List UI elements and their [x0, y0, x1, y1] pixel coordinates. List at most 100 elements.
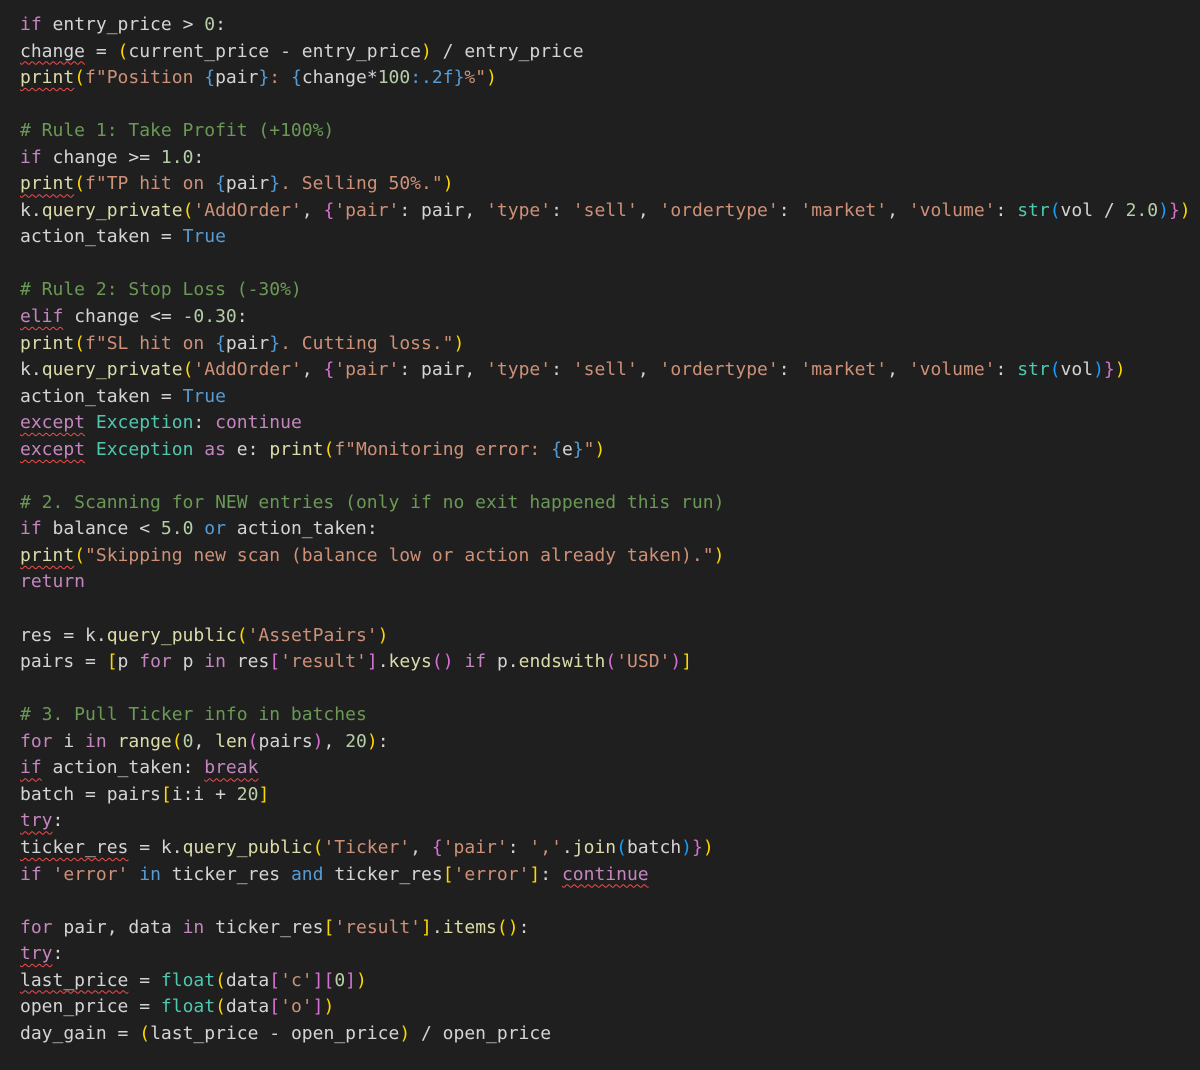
code-line[interactable]: k.query_private('AddOrder', {'pair': pai… [20, 198, 1200, 225]
code-token: or [204, 518, 226, 540]
code-line[interactable]: print(f"Position {pair}: {change*100:.2f… [20, 65, 1200, 92]
code-line[interactable]: # 2. Scanning for NEW entries (only if n… [20, 490, 1200, 517]
code-token: : [236, 306, 248, 328]
code-line[interactable]: print(f"SL hit on {pair}. Cutting loss."… [20, 331, 1200, 358]
code-token: , [301, 359, 324, 381]
code-line[interactable]: k.query_private('AddOrder', {'pair': pai… [20, 357, 1200, 384]
code-line[interactable] [20, 463, 1200, 490]
code-line[interactable]: action_taken = True [20, 384, 1200, 411]
code-token: last_price - open_price [150, 1022, 400, 1044]
code-token: for [20, 730, 53, 752]
code-token: ( [74, 544, 86, 566]
code-line[interactable] [20, 596, 1200, 623]
code-token: 2.0 [1125, 199, 1159, 221]
code-line[interactable] [20, 92, 1200, 119]
code-line[interactable]: return [20, 569, 1200, 596]
code-line[interactable]: # 3. Pull Ticker info in batches [20, 702, 1200, 729]
code-token: 'pair' [442, 836, 508, 858]
code-token: pairs [258, 730, 313, 752]
code-token: 0 [182, 730, 194, 752]
code-line[interactable]: print(f"TP hit on {pair}. Selling 50%.") [20, 171, 1200, 198]
code-token: pair [215, 67, 259, 89]
code-line[interactable] [20, 888, 1200, 915]
code-line[interactable]: elif change <= -0.30: [20, 304, 1200, 331]
code-token: f"Monitoring error: [334, 438, 552, 460]
code-line[interactable]: except Exception as e: print(f"Monitorin… [20, 437, 1200, 464]
code-token-error: print [20, 67, 75, 89]
code-token: data [225, 996, 270, 1018]
code-token: ( [117, 40, 129, 62]
code-line[interactable]: day_gain = (last_price - open_price) / o… [20, 1021, 1200, 1048]
code-token: p [171, 651, 205, 673]
code-token: ( [312, 836, 324, 858]
code-token-error: try [20, 810, 53, 832]
code-token: vol [1060, 359, 1094, 381]
code-line[interactable]: open_price = float(data['o']) [20, 994, 1200, 1021]
code-token: f"Position [85, 67, 205, 89]
code-token: ) [713, 544, 725, 566]
code-line[interactable]: action_taken = True [20, 224, 1200, 251]
code-line[interactable]: if 'error' in ticker_res and ticker_res[… [20, 862, 1200, 889]
code-token: [ [323, 969, 335, 991]
code-line[interactable]: batch = pairs[i:i + 20] [20, 782, 1200, 809]
code-line[interactable] [20, 676, 1200, 703]
code-token: ( [139, 1022, 151, 1044]
code-line[interactable]: except Exception: continue [20, 410, 1200, 437]
code-line[interactable]: if action_taken: break [20, 755, 1200, 782]
code-token: res [225, 651, 270, 673]
code-token: : [507, 836, 530, 858]
code-token: pair, data [52, 916, 183, 938]
code-token: ) [702, 836, 714, 858]
code-line[interactable]: change = (current_price - entry_price) /… [20, 39, 1200, 66]
code-line[interactable]: if entry_price > 0: [20, 12, 1200, 39]
code-line[interactable]: for i in range(0, len(pairs), 20): [20, 729, 1200, 756]
code-editor[interactable]: if entry_price > 0: change = (current_pri… [0, 0, 1200, 1070]
code-token: range [117, 730, 172, 752]
code-token: ( [74, 332, 86, 354]
code-line[interactable]: res = k.query_public('AssetPairs') [20, 623, 1200, 650]
code-line[interactable]: try: [20, 941, 1200, 968]
code-line[interactable]: if change >= 1.0: [20, 145, 1200, 172]
code-token: : [540, 863, 562, 885]
code-line[interactable]: print("Skipping new scan (balance low or… [20, 543, 1200, 570]
code-token: : [995, 359, 1018, 381]
code-line[interactable]: ticker_res = k.query_public('Ticker', {'… [20, 835, 1200, 862]
code-token: ] [312, 969, 324, 991]
code-token: [ [269, 996, 281, 1018]
code-token: i [52, 730, 86, 752]
code-token: query_public [106, 624, 237, 646]
code-line[interactable]: for pair, data in ticker_res['result'].i… [20, 915, 1200, 942]
code-token: , [193, 730, 216, 752]
code-token: : [215, 14, 226, 35]
code-token: : pair, [399, 359, 487, 381]
code-token: 100 [377, 67, 411, 89]
code-token: 'sell' [572, 359, 638, 381]
code-line[interactable]: # Rule 1: Take Profit (+100%) [20, 118, 1200, 145]
code-token: ] [529, 863, 541, 885]
code-token: ) [421, 40, 432, 62]
code-token: ',' [529, 836, 562, 858]
code-token: in [204, 651, 226, 673]
code-token: [ [269, 969, 281, 991]
code-line[interactable]: pairs = [p for p in res['result'].keys()… [20, 649, 1200, 676]
code-token: . [431, 916, 443, 938]
code-line[interactable]: if balance < 5.0 or action_taken: [20, 516, 1200, 543]
code-token: 1.0 [160, 146, 194, 168]
code-token: %" [464, 67, 487, 89]
code-token: 20 [236, 783, 259, 805]
code-token: ) [366, 730, 378, 752]
code-line[interactable] [20, 251, 1200, 278]
code-line[interactable]: # Rule 2: Stop Loss (-30%) [20, 277, 1200, 304]
code-line[interactable]: try: [20, 808, 1200, 835]
code-line[interactable]: last_price = float(data['c'][0]) [20, 968, 1200, 995]
code-token: pair [225, 173, 270, 195]
code-token: : [377, 730, 389, 752]
code-token: , [323, 730, 346, 752]
code-token: ) [323, 996, 335, 1018]
code-token: endswith [518, 651, 606, 673]
code-token: batch = pairs [20, 783, 161, 805]
code-token: action_taken = [20, 226, 183, 248]
code-token: . [561, 836, 573, 858]
